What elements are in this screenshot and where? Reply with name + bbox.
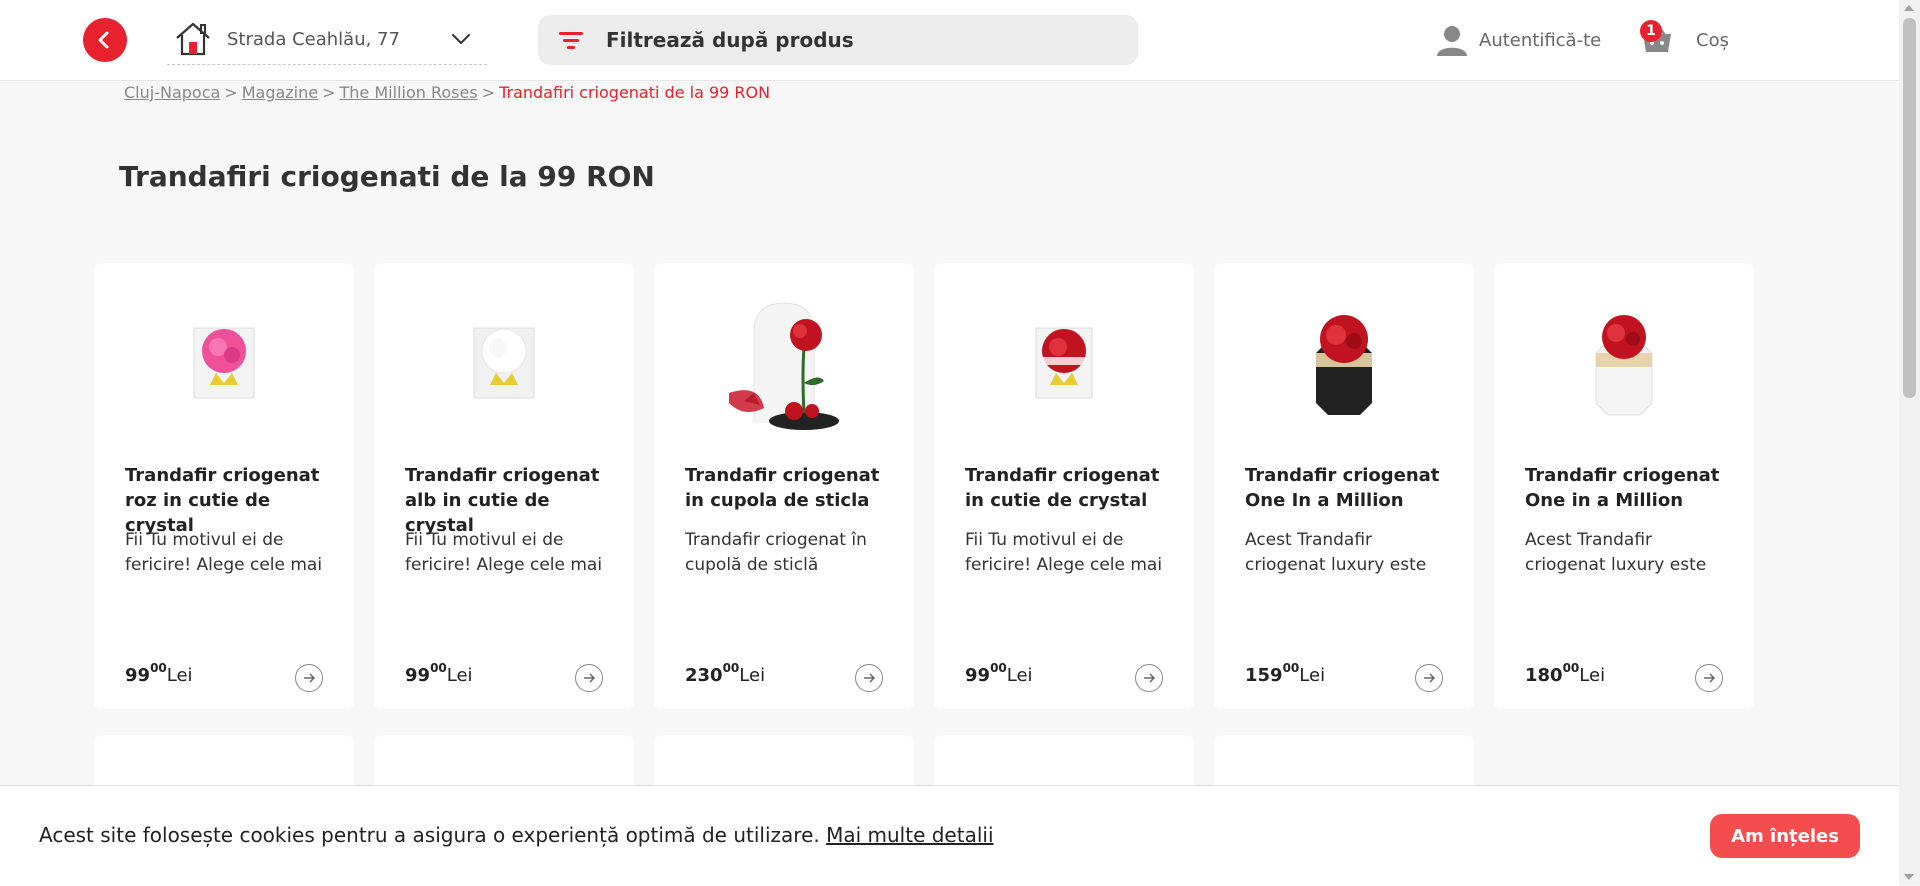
- product-card[interactable]: Trandafir criogenat roz in cutie de crys…: [94, 263, 354, 709]
- cookie-banner: Acest site folosește cookies pentru a as…: [0, 785, 1899, 886]
- product-image: [414, 288, 594, 448]
- accept-cookies-button[interactable]: Am înțeles: [1710, 814, 1860, 858]
- breadcrumb-city[interactable]: Cluj-Napoca: [124, 83, 220, 102]
- filter-icon: [559, 32, 583, 49]
- scrollbar-thumb[interactable]: [1903, 18, 1916, 398]
- arrow-right-icon: [1704, 673, 1716, 683]
- login-label: Autentifică-te: [1479, 29, 1602, 51]
- product-price: 9900Lei: [405, 661, 473, 686]
- breadcrumb: Cluj-Napoca > Magazine > The Million Roses > T…: [124, 83, 770, 102]
- product-price: 23000Lei: [685, 661, 766, 686]
- cart-label: Coș: [1696, 29, 1729, 51]
- delivery-address-selector[interactable]: Strada Ceahlău, 77: [167, 14, 487, 65]
- product-description: Fii Tu motivul ei de fericire! Alege cel…: [965, 530, 1163, 575]
- breadcrumb-separator: >: [322, 83, 336, 102]
- product-card[interactable]: Trandafir criogenat One in a Million Ace…: [1494, 263, 1754, 709]
- product-card[interactable]: Trandafir criogenat One In a Million Ace…: [1214, 263, 1474, 709]
- product-card[interactable]: Trandafir criogenat in cutie de crystal …: [934, 263, 1194, 709]
- address-text: Strada Ceahlău, 77: [227, 28, 400, 50]
- view-product-button[interactable]: [295, 664, 323, 692]
- view-product-button[interactable]: [575, 664, 603, 692]
- product-price: 9900Lei: [965, 661, 1033, 686]
- product-description: Trandafir criogenat în cupolă de sticlă: [685, 530, 867, 575]
- product-card[interactable]: Trandafir criogenat in cupola de sticla …: [654, 263, 914, 709]
- cookie-text: Acest site folosește cookies pentru a as…: [39, 823, 820, 847]
- view-product-button[interactable]: [855, 664, 883, 692]
- product-name: Trandafir criogenat One in a Million: [1525, 465, 1720, 511]
- product-card[interactable]: Trandafir criogenat alb in cutie de crys…: [374, 263, 634, 709]
- product-image: [974, 288, 1154, 448]
- cart-count-badge: 1: [1640, 20, 1662, 42]
- back-button[interactable]: [83, 18, 127, 62]
- arrow-right-icon: [1424, 673, 1436, 683]
- page-title: Trandafiri criogenati de la 99 RON: [119, 160, 655, 193]
- product-image: [134, 288, 314, 448]
- chevron-down-icon: [452, 34, 470, 45]
- product-name: Trandafir criogenat One In a Million: [1245, 465, 1440, 511]
- product-description: Acest Trandafir criogenat luxury este: [1245, 530, 1427, 575]
- product-name: Trandafir criogenat roz in cutie de crys…: [125, 465, 320, 536]
- product-description: Fii Tu motivul ei de fericire! Alege cel…: [405, 530, 603, 575]
- breadcrumb-separator: >: [481, 83, 496, 102]
- arrow-right-icon: [304, 673, 316, 683]
- breadcrumb-current: Trandafiri criogenati de la 99 RON: [499, 83, 771, 102]
- breadcrumb-separator: >: [224, 83, 238, 102]
- product-name: Trandafir criogenat in cupola de sticla: [685, 465, 880, 511]
- product-name: Trandafir criogenat alb in cutie de crys…: [405, 465, 600, 536]
- arrow-right-icon: [584, 673, 596, 683]
- home-icon: [176, 22, 210, 56]
- view-product-button[interactable]: [1695, 664, 1723, 692]
- product-name: Trandafir criogenat in cutie de crystal: [965, 465, 1160, 511]
- product-image: [1534, 288, 1714, 448]
- top-header: Strada Ceahlău, 77 Filtrează după produs…: [0, 0, 1899, 81]
- view-product-button[interactable]: [1135, 664, 1163, 692]
- view-product-button[interactable]: [1415, 664, 1443, 692]
- cookie-message: Acest site folosește cookies pentru a as…: [39, 823, 994, 847]
- product-price: 15900Lei: [1245, 661, 1326, 686]
- product-description: Acest Trandafir criogenat luxury este: [1525, 530, 1707, 575]
- cart-button[interactable]: 1 Coș: [1640, 18, 1729, 62]
- page-scrollbar[interactable]: [1899, 0, 1920, 885]
- scroll-up-icon[interactable]: [1904, 5, 1914, 11]
- user-icon: [1437, 26, 1467, 56]
- search-placeholder: Filtrează după produs: [606, 28, 854, 52]
- scroll-down-icon[interactable]: [1904, 874, 1914, 880]
- breadcrumb-stores[interactable]: Magazine: [242, 83, 318, 102]
- login-button[interactable]: Autentifică-te: [1435, 22, 1601, 58]
- arrow-right-icon: [864, 673, 876, 683]
- cookie-details-link[interactable]: Mai multe detalii: [826, 823, 993, 847]
- product-description: Fii Tu motivul ei de fericire! Alege cel…: [125, 530, 323, 575]
- breadcrumb-store[interactable]: The Million Roses: [340, 83, 478, 102]
- product-price: 9900Lei: [125, 661, 193, 686]
- chevron-left-icon: [98, 31, 109, 49]
- product-image: [694, 288, 874, 448]
- product-price: 18000Lei: [1525, 661, 1606, 686]
- arrow-right-icon: [1144, 673, 1156, 683]
- product-image: [1254, 288, 1434, 448]
- product-filter-search[interactable]: Filtrează după produs: [538, 15, 1138, 65]
